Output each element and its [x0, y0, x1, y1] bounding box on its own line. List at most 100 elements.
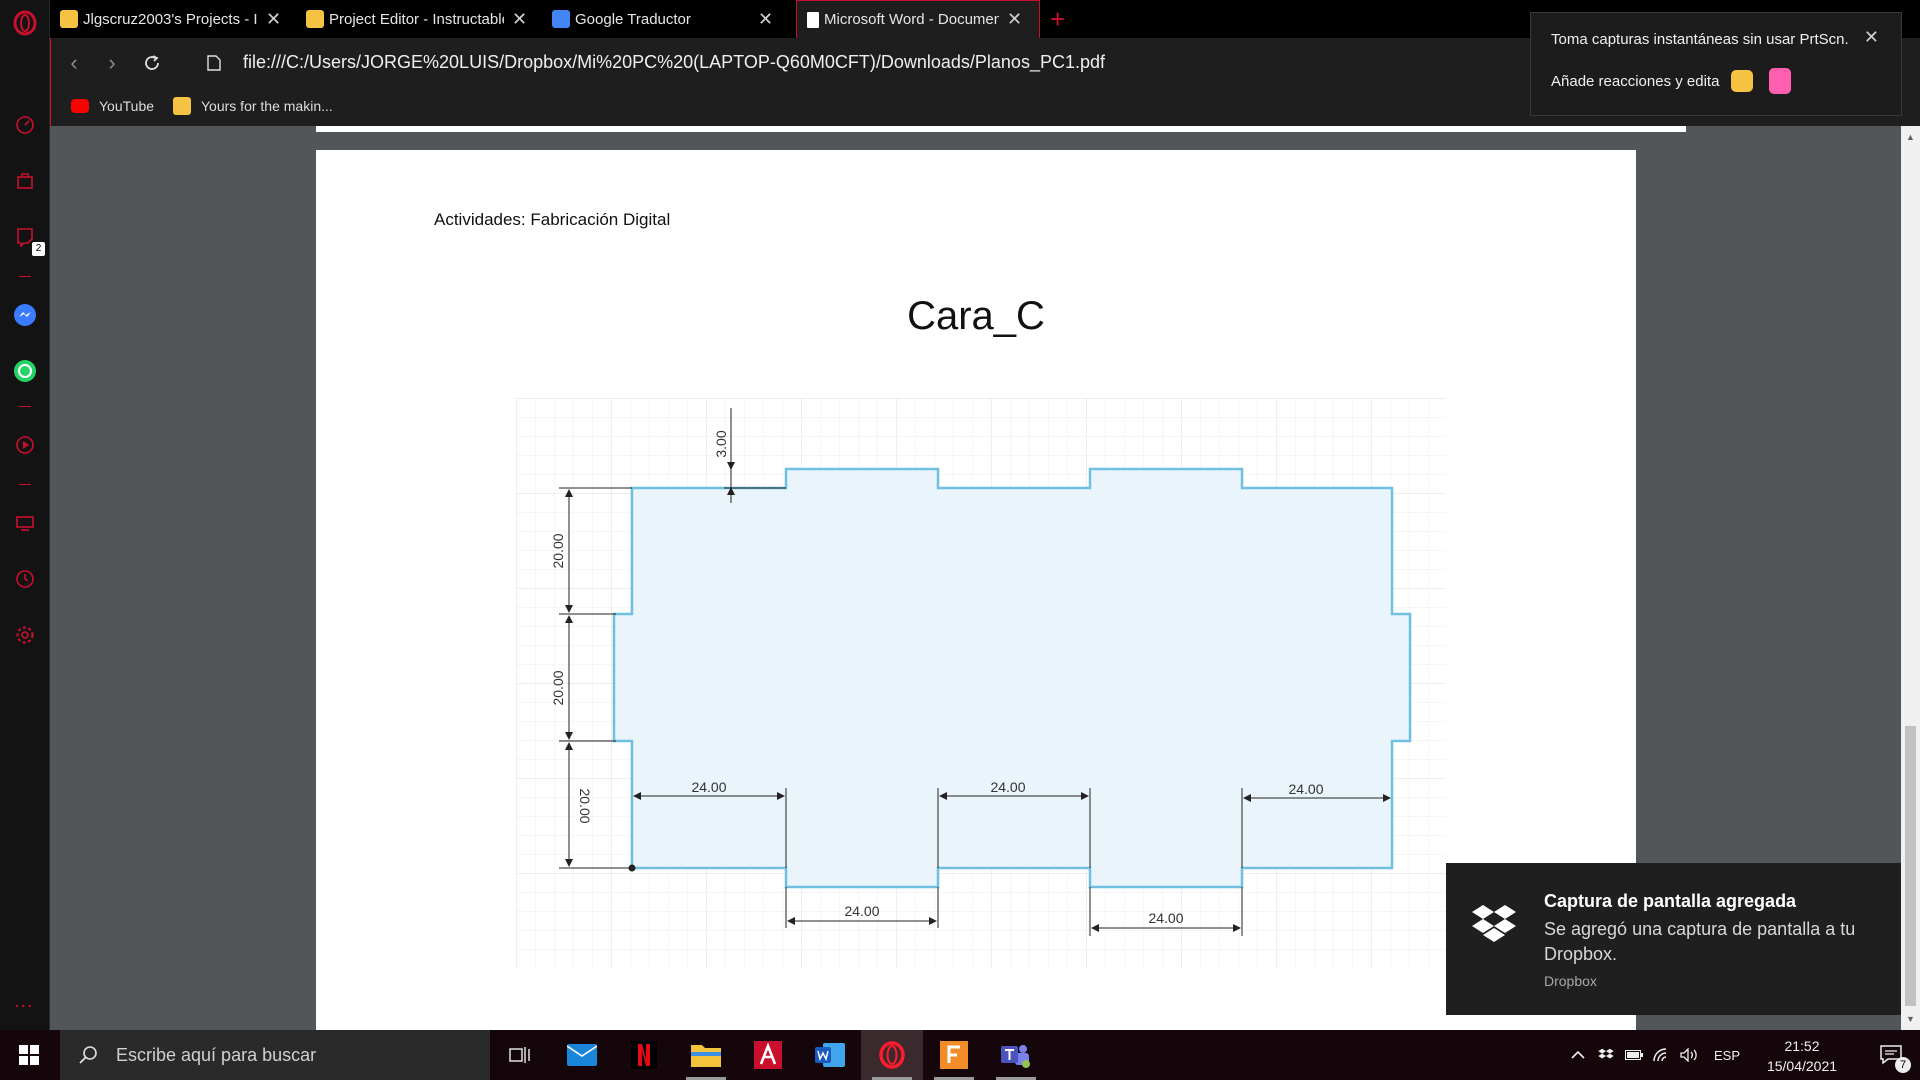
tab-title: Project Editor - Instructables: [329, 10, 504, 28]
page-header: Actividades: Fabricación Digital: [434, 210, 671, 229]
close-icon[interactable]: ✕: [1864, 27, 1879, 48]
twitch-badge: 2: [32, 242, 45, 256]
new-tab-button[interactable]: +: [1050, 4, 1065, 35]
player-icon[interactable]: [10, 430, 40, 460]
emoji-cat-icon: [1769, 68, 1792, 94]
dropbox-notification-title: Captura de pantalla agregada: [1544, 891, 1797, 911]
address-bar[interactable]: file:///C:/Users/JORGE%20LUIS/Dropbox/Mi…: [243, 52, 1105, 73]
document-favicon-icon: [807, 11, 819, 28]
forward-button[interactable]: ›: [99, 50, 125, 76]
show-hidden-icons-chevron-icon[interactable]: [1564, 1050, 1592, 1060]
reload-button[interactable]: [139, 50, 165, 76]
speed-dial-icon[interactable]: [10, 110, 40, 140]
bookmark-label: YouTube: [99, 98, 155, 114]
my-flow-icon[interactable]: [10, 508, 40, 538]
mail-icon: [567, 1044, 597, 1066]
bookmark-yours-for-the-making[interactable]: Yours for the makin...: [173, 94, 333, 118]
opera-logo-icon[interactable]: [10, 8, 40, 38]
prtscn-tip-popup[interactable]: Toma capturas instantáneas sin usar PrtS…: [1530, 12, 1902, 116]
viewer-scrollbar[interactable]: ▲ ▼: [1901, 126, 1920, 1030]
extensions-icon[interactable]: [10, 166, 40, 196]
dim-inner-2: 24.00: [990, 779, 1025, 795]
dropbox-notification-message: Se agregó una captura de pantalla a tu D…: [1544, 919, 1856, 964]
taskbar-netflix[interactable]: [613, 1030, 675, 1080]
opera-sidebar: 2 ...: [0, 0, 50, 1030]
close-tab-icon[interactable]: ✕: [512, 9, 527, 30]
dropbox-notification[interactable]: Captura de pantalla agregada Se agregó u…: [1446, 863, 1901, 1015]
dropbox-logo-icon: [1472, 905, 1516, 942]
prtscn-tip-line2: Añade reacciones y edita: [1551, 72, 1720, 90]
cara-c-outline: [612, 467, 1412, 889]
taskbar-clock[interactable]: 21:52 15/04/2021: [1762, 1036, 1842, 1076]
whatsapp-icon[interactable]: [10, 356, 40, 386]
dim-left-lower: 20.00: [577, 788, 593, 823]
taskbar-word[interactable]: [799, 1030, 861, 1080]
back-button[interactable]: ‹: [61, 50, 87, 76]
windows-logo-icon: [19, 1045, 39, 1065]
instructables-icon: [173, 97, 191, 115]
pdf-page: Actividades: Fabricación Digital Cara_C: [316, 150, 1636, 1030]
system-tray: ESP: [1564, 1030, 1740, 1080]
instructables-favicon-icon: [60, 10, 78, 28]
bookmark-youtube[interactable]: YouTube: [71, 94, 154, 118]
task-view-icon: [509, 1047, 530, 1063]
scroll-thumb[interactable]: [1905, 726, 1916, 1006]
scroll-down-arrow-icon[interactable]: ▼: [1906, 1014, 1915, 1024]
technical-drawing: 3.00 20.00 20.00 20.00 24.00 24.00 24.00: [516, 398, 1446, 968]
page-title: Cara_C: [907, 294, 1045, 338]
youtube-icon: [71, 99, 89, 113]
netflix-icon: [631, 1041, 657, 1069]
settings-gear-icon[interactable]: [10, 620, 40, 650]
tab-title: Jlgscruz2003's Projects - Instructables: [83, 10, 258, 28]
taskbar-search-box[interactable]: Escribe aquí para buscar: [60, 1030, 490, 1080]
task-view-button[interactable]: [489, 1030, 551, 1080]
taskbar-autocad[interactable]: [737, 1030, 799, 1080]
tab-microsoft-word[interactable]: Microsoft Word - Documento ✕: [796, 0, 1040, 38]
battery-icon[interactable]: [1620, 1050, 1648, 1060]
tab-projects[interactable]: Jlgscruz2003's Projects - Instructables …: [50, 0, 294, 38]
taskbar-teams[interactable]: [985, 1030, 1047, 1080]
google-translate-favicon-icon: [552, 10, 570, 28]
wifi-icon[interactable]: [1648, 1048, 1676, 1062]
search-icon: [79, 1046, 97, 1064]
close-tab-icon[interactable]: ✕: [1007, 9, 1022, 30]
dropbox-tray-icon[interactable]: [1592, 1048, 1620, 1062]
scroll-up-arrow-icon[interactable]: ▲: [1906, 132, 1915, 142]
language-indicator[interactable]: ESP: [1714, 1048, 1740, 1063]
clock-time: 21:52: [1784, 1038, 1820, 1054]
clock-date: 15/04/2021: [1766, 1058, 1838, 1074]
messenger-icon[interactable]: [10, 300, 40, 330]
sidebar-separator: [19, 276, 31, 277]
tab-project-editor[interactable]: Project Editor - Instructables ✕: [296, 0, 540, 38]
bookmark-label: Yours for the makin...: [201, 98, 333, 114]
action-center-button[interactable]: 7: [1862, 1030, 1920, 1080]
emoji-smiley-icon: [1731, 70, 1754, 92]
dim-bottom-1: 24.00: [844, 903, 879, 919]
instructables-favicon-icon: [306, 10, 324, 28]
tab-title: Microsoft Word - Documento: [824, 11, 999, 28]
history-icon[interactable]: [10, 564, 40, 594]
tab-google-traductor[interactable]: Google Traductor ✕: [542, 0, 786, 38]
dim-bottom-2: 24.00: [1148, 910, 1183, 926]
notification-count-badge: 7: [1895, 1057, 1911, 1073]
opera-icon: [879, 1041, 905, 1069]
autocad-icon: [754, 1041, 782, 1069]
sidebar-more-icon[interactable]: ...: [14, 990, 34, 1013]
search-placeholder: Escribe aquí para buscar: [116, 1044, 317, 1065]
folder-icon: [691, 1045, 721, 1067]
close-tab-icon[interactable]: ✕: [758, 9, 773, 30]
volume-icon[interactable]: [1676, 1048, 1704, 1062]
start-button[interactable]: [0, 1030, 58, 1080]
sidebar-separator: [19, 406, 31, 407]
taskbar-opera[interactable]: [861, 1030, 923, 1080]
taskbar-fusion[interactable]: [923, 1030, 985, 1080]
taskbar-file-explorer[interactable]: [675, 1030, 737, 1080]
close-tab-icon[interactable]: ✕: [266, 9, 281, 30]
file-page-icon: [201, 50, 227, 76]
sidebar-separator: [19, 484, 31, 485]
dim-left-middle: 20.00: [550, 670, 566, 705]
taskbar-mail[interactable]: [551, 1030, 613, 1080]
dim-left-upper: 20.00: [550, 533, 566, 568]
dropbox-notification-app: Dropbox: [1544, 973, 1597, 989]
dim-inner-3: 24.00: [1288, 781, 1323, 797]
